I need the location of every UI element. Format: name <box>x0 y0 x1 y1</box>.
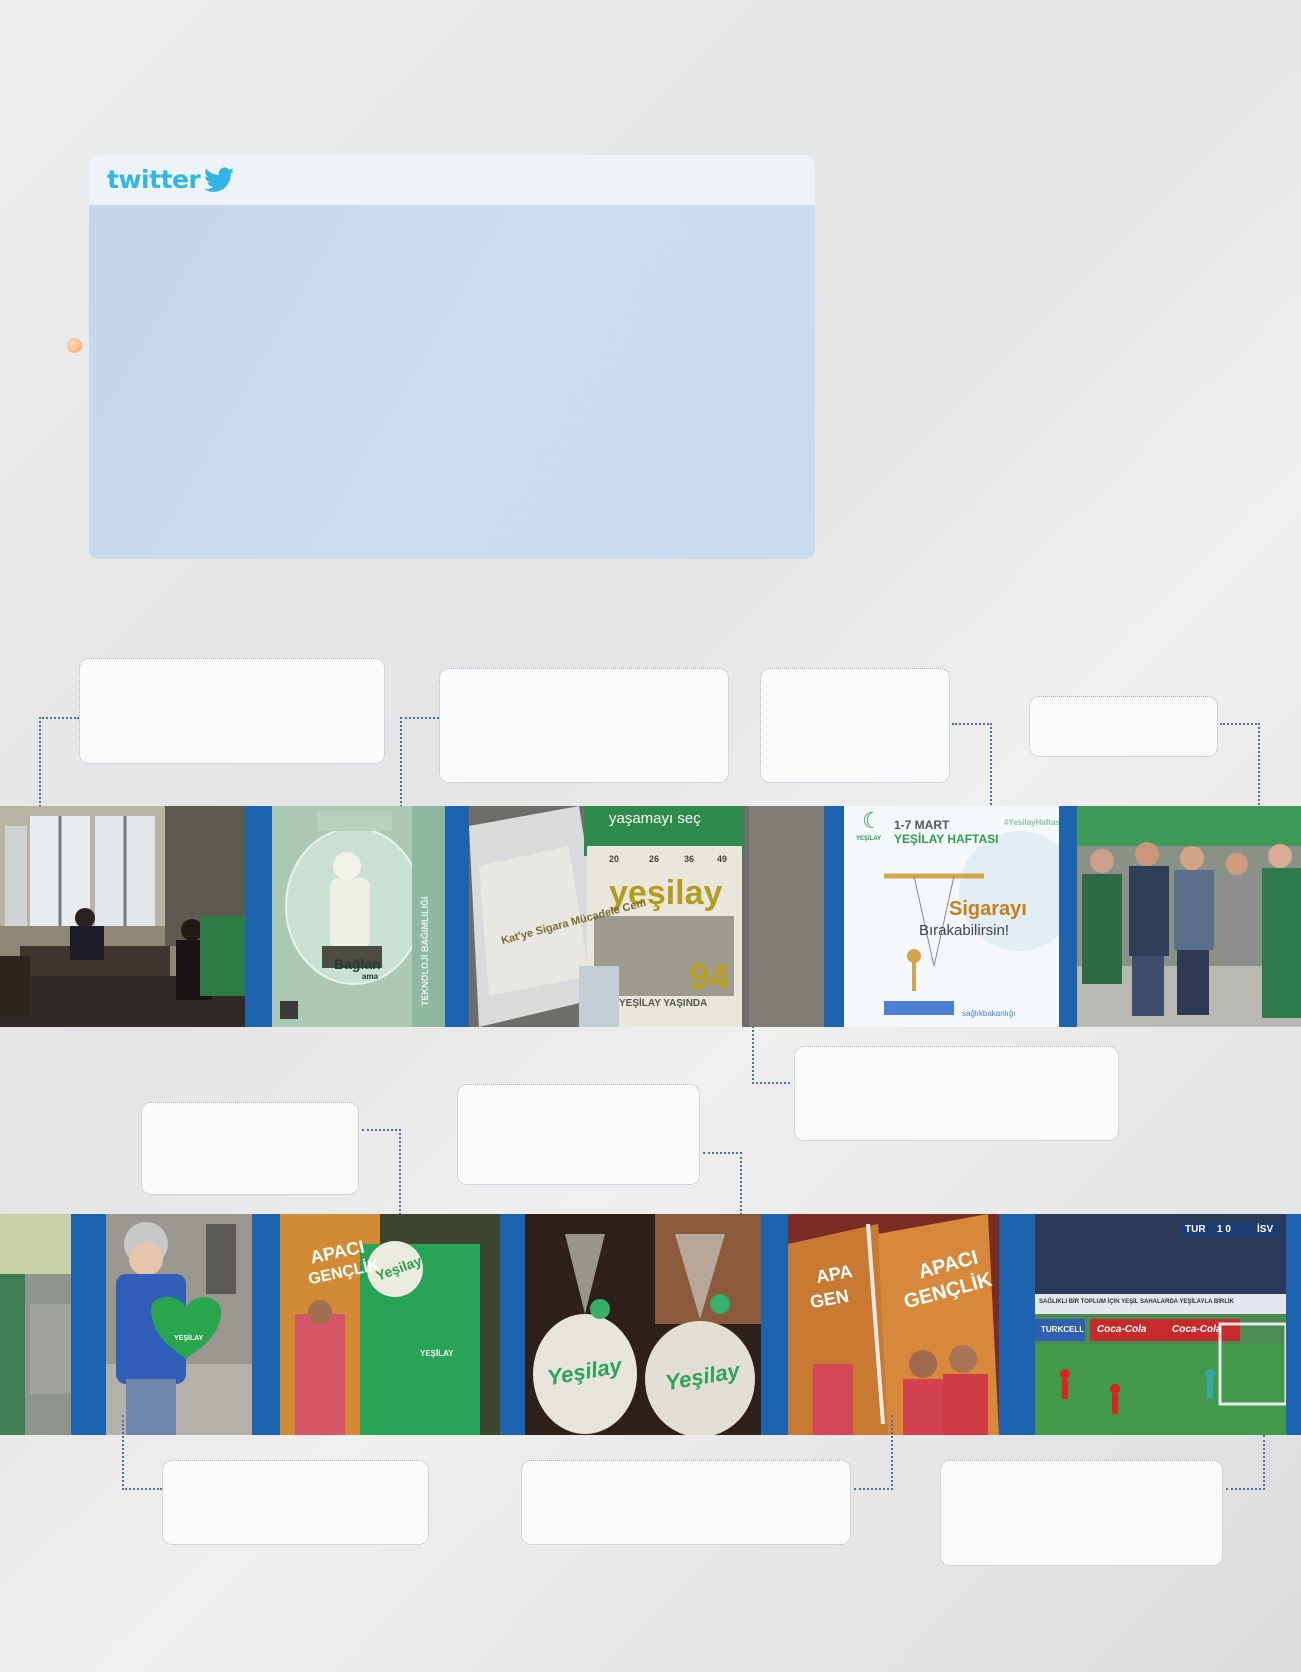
leader-line-7 <box>703 1152 742 1215</box>
poster-headline-2: Bırakabilirsin! <box>919 922 1010 939</box>
photo-apaci-books[interactable]: APA GEN APACI GENÇLİK <box>788 1214 999 1435</box>
leader-line-1 <box>39 717 79 807</box>
jar-text-1: Bağlan <box>334 956 381 972</box>
photo-child-heart[interactable]: YEŞİLAY <box>106 1214 252 1435</box>
photo-football-match[interactable]: TUR 1 0 İSV SAĞLIKLI BİR TOPLUM İÇİN YEŞ… <box>1035 1214 1286 1435</box>
magazine-num-1: 20 <box>609 854 620 864</box>
callout-box-8 <box>162 1460 429 1545</box>
photo-yesilay-magazine[interactable]: yaşamayı seç 20 26 36 49 yeşilay 94 YEŞİ… <box>469 806 824 1027</box>
score-away: İSV <box>1257 1224 1274 1235</box>
callout-box-7 <box>457 1084 700 1185</box>
magazine-num-4: 49 <box>717 854 728 864</box>
heart-text: YEŞİLAY <box>174 1335 204 1342</box>
twitter-logo[interactable]: twitter <box>107 165 235 194</box>
notebook-text: YEŞİLAY <box>420 1349 454 1358</box>
leader-line-9 <box>854 1415 893 1490</box>
leader-line-8 <box>122 1415 162 1490</box>
callout-box-1 <box>79 658 385 764</box>
poster-footer: sağlıkbakanlığı <box>962 1009 1016 1018</box>
photo-strip-2: YEŞİLAY APACI GENÇLİK Yeşilay YEŞİLAY Ye… <box>0 1214 1301 1435</box>
stadium-banner: SAĞLIKLI BİR TOPLUM İÇİN YEŞİL SAHALARDA… <box>1039 1299 1234 1305</box>
magazine-top-text: yaşamayı seç <box>609 810 701 827</box>
magazine-number: 94 <box>689 956 730 997</box>
magazine-num-3: 36 <box>684 854 695 864</box>
photo-volunteer-group[interactable] <box>1077 806 1301 1027</box>
ad-board-3: Coca-Cola <box>1172 1324 1222 1335</box>
photo-yesilay-week-poster[interactable]: ☾ YEŞİLAY 1-7 MART YEŞİLAY HAFTASI #Yesi… <box>844 806 1059 1027</box>
orange-dot <box>67 338 82 353</box>
twitter-bird-icon <box>204 167 235 192</box>
twitter-panel: twitter <box>89 155 815 559</box>
photo-office-meeting[interactable] <box>0 806 245 1027</box>
poster-title: YEŞİLAY HAFTASI <box>894 832 999 846</box>
svg-text:☾: ☾ <box>862 809 882 834</box>
callout-box-4 <box>1029 696 1218 757</box>
score-value: 1 0 <box>1217 1224 1231 1235</box>
callout-box-2 <box>439 668 729 783</box>
twitter-feed-area <box>89 205 815 559</box>
jar-text-2: ama <box>362 972 379 981</box>
poster-headline-1: Sigarayı <box>949 898 1027 920</box>
callout-box-6 <box>141 1102 359 1195</box>
photo-apaci-book-notebook[interactable]: APACI GENÇLİK Yeşilay YEŞİLAY <box>280 1214 500 1435</box>
magazine-subtitle: YEŞİLAY YAŞINDA <box>619 998 708 1009</box>
twitter-wordmark: twitter <box>107 165 201 194</box>
leader-line-6 <box>362 1129 401 1215</box>
callout-box-3 <box>760 668 950 783</box>
ad-board-2: Coca-Cola <box>1097 1324 1147 1335</box>
twitter-header: twitter <box>89 155 815 205</box>
poster-hashtag: #YesilayHaftasi <box>1004 818 1059 827</box>
poster-dates: 1-7 MART <box>894 818 950 832</box>
callout-box-9 <box>521 1460 851 1545</box>
leader-line-2 <box>400 717 439 819</box>
score-home: TUR <box>1185 1224 1206 1235</box>
photo-technology-addiction-poster[interactable]: Bağlan ama TEKNOLOJİ BAĞIMLILIĞI <box>272 806 445 1027</box>
photo-strip-1: Bağlan ama TEKNOLOJİ BAĞIMLILIĞI yaşamay… <box>0 806 1301 1027</box>
callout-box-5 <box>794 1046 1119 1141</box>
poster-logo-text: YEŞİLAY <box>856 836 882 842</box>
photo-yesilay-cookies[interactable]: Yeşilay Yeşilay <box>525 1214 761 1435</box>
leader-line-10 <box>1226 1435 1265 1490</box>
ad-board-1: TURKCELL <box>1041 1325 1085 1334</box>
photo-crop-left[interactable] <box>0 1214 71 1435</box>
callout-box-10 <box>940 1460 1223 1566</box>
jar-side-text: TEKNOLOJİ BAĞIMLILIĞI <box>420 896 430 1007</box>
magazine-num-2: 26 <box>649 854 660 864</box>
